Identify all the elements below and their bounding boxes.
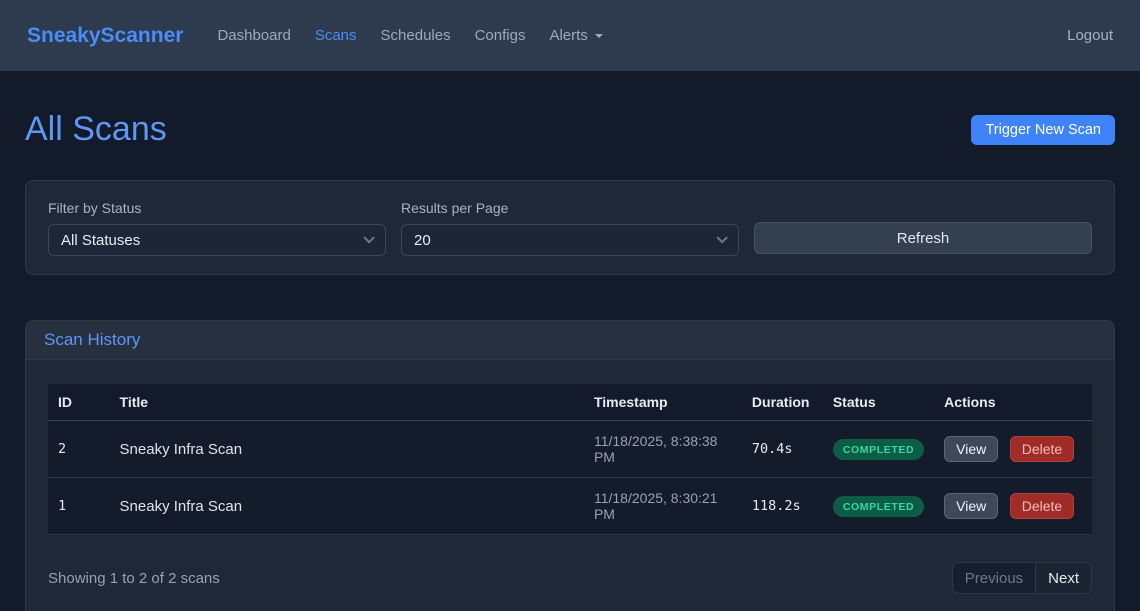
column-header-title: Title (110, 384, 584, 421)
scan-title: Sneaky Infra Scan (110, 478, 584, 535)
page-title: All Scans (25, 110, 167, 149)
table-header-row: ID Title Timestamp Duration Status Actio… (48, 384, 1092, 421)
nav-links: Dashboard Scans Schedules Configs Alerts (205, 19, 614, 52)
status-filter-select[interactable]: All Statuses (48, 224, 386, 256)
scan-timestamp: 11/18/2025, 8:38:38 PM (584, 421, 742, 478)
column-header-duration: Duration (742, 384, 823, 421)
scan-history-header: Scan History (26, 321, 1114, 360)
nav-item-schedules[interactable]: Schedules (369, 19, 463, 52)
trigger-new-scan-button[interactable]: Trigger New Scan (971, 115, 1115, 145)
delete-button[interactable]: Delete (1010, 493, 1074, 519)
page-header: All Scans Trigger New Scan (25, 110, 1115, 149)
scan-history-card: Scan History ID Title Timestamp Duration… (25, 320, 1115, 611)
main-content: All Scans Trigger New Scan Filter by Sta… (0, 110, 1140, 611)
nav-item-dashboard[interactable]: Dashboard (205, 19, 302, 52)
scan-actions-cell: View Delete (934, 478, 1092, 535)
chevron-down-icon (716, 232, 727, 243)
scan-duration: 70.4s (742, 421, 823, 478)
table-row: 1 Sneaky Infra Scan 11/18/2025, 8:30:21 … (48, 478, 1092, 535)
filter-card: Filter by Status All Statuses Results pe… (25, 180, 1115, 275)
scan-history-body: ID Title Timestamp Duration Status Actio… (26, 360, 1114, 611)
scan-status-cell: COMPLETED (823, 478, 934, 535)
column-header-status: Status (823, 384, 934, 421)
nav-item-alerts-label: Alerts (549, 27, 587, 44)
scan-timestamp: 11/18/2025, 8:30:21 PM (584, 478, 742, 535)
logout-link[interactable]: Logout (1067, 27, 1113, 44)
filter-perpage-group: Results per Page 20 (401, 200, 739, 256)
view-button[interactable]: View (944, 436, 998, 462)
column-header-actions: Actions (934, 384, 1092, 421)
refresh-button[interactable]: Refresh (754, 222, 1092, 254)
column-header-id: ID (48, 384, 110, 421)
pagination-previous-button[interactable]: Previous (952, 562, 1036, 594)
nav-item-scans[interactable]: Scans (303, 19, 369, 52)
scan-id: 1 (48, 478, 110, 535)
table-row: 2 Sneaky Infra Scan 11/18/2025, 8:38:38 … (48, 421, 1092, 478)
nav-item-configs[interactable]: Configs (463, 19, 538, 52)
per-page-label: Results per Page (401, 200, 739, 216)
nav-item-alerts-dropdown[interactable]: Alerts (537, 19, 614, 52)
page: SneakyScanner Dashboard Scans Schedules … (0, 0, 1140, 611)
per-page-select[interactable]: 20 (401, 224, 739, 256)
scan-id: 2 (48, 421, 110, 478)
filter-status-label: Filter by Status (48, 200, 386, 216)
scan-title: Sneaky Infra Scan (110, 421, 584, 478)
scan-history-table: ID Title Timestamp Duration Status Actio… (48, 384, 1092, 535)
navbar: SneakyScanner Dashboard Scans Schedules … (0, 0, 1140, 71)
brand-logo[interactable]: SneakyScanner (27, 24, 183, 48)
filter-status-group: Filter by Status All Statuses (48, 200, 386, 256)
status-badge: COMPLETED (833, 496, 924, 517)
pagination: Previous Next (952, 562, 1092, 594)
pagination-next-button[interactable]: Next (1036, 562, 1092, 594)
per-page-value: 20 (414, 232, 431, 249)
results-summary: Showing 1 to 2 of 2 scans (48, 570, 220, 587)
view-button[interactable]: View (944, 493, 998, 519)
chevron-down-icon (363, 232, 374, 243)
delete-button[interactable]: Delete (1010, 436, 1074, 462)
column-header-timestamp: Timestamp (584, 384, 742, 421)
scan-status-cell: COMPLETED (823, 421, 934, 478)
status-badge: COMPLETED (833, 439, 924, 460)
scan-duration: 118.2s (742, 478, 823, 535)
scan-actions-cell: View Delete (934, 421, 1092, 478)
filter-refresh-group: Refresh (754, 200, 1092, 256)
status-filter-value: All Statuses (61, 232, 140, 249)
caret-down-icon (595, 34, 603, 38)
table-footer: Showing 1 to 2 of 2 scans Previous Next (48, 562, 1092, 594)
